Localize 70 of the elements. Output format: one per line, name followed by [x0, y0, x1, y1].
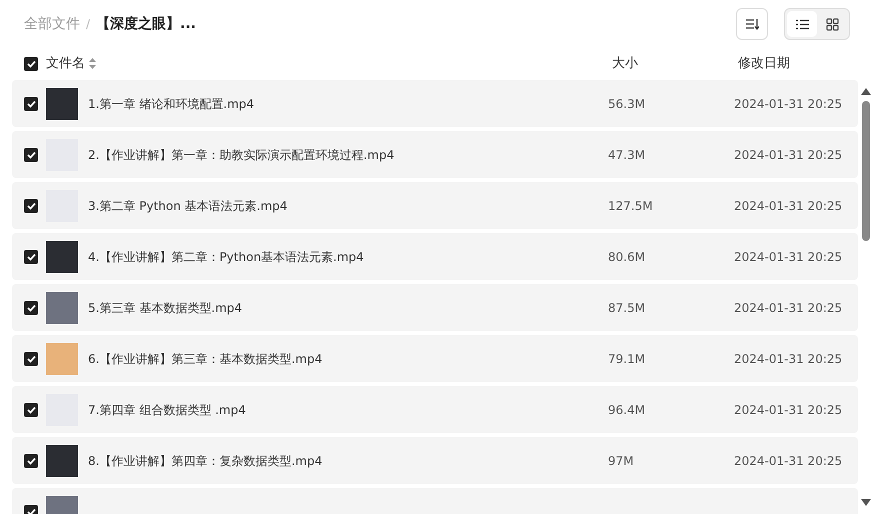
grid-icon: [826, 18, 838, 30]
checkbox[interactable]: [24, 148, 38, 162]
video-thumbnail: [46, 292, 78, 324]
list-icon: [796, 18, 808, 30]
sort-icon[interactable]: [89, 58, 96, 70]
check-icon: [26, 150, 36, 158]
check-icon: [26, 202, 36, 210]
file-size: 96.4M: [608, 402, 646, 418]
scroll-down-icon[interactable]: [861, 499, 871, 506]
file-name: 3.第二章 Python 基本语法元素.mp4: [88, 198, 288, 214]
file-name: 2.【作业讲解】第一章：助教实际演示配置环境过程.mp4: [88, 146, 396, 164]
checkbox[interactable]: [24, 352, 38, 366]
file-size: 56.3M: [608, 96, 646, 112]
check-icon: [26, 60, 36, 68]
modified-date: 2024-01-31 20:25: [734, 96, 842, 112]
file-size: 127.5M: [608, 198, 654, 214]
file-name: 8.【作业讲解】第四章：复杂数据类型.mp4: [88, 452, 324, 470]
check-icon: [26, 508, 36, 514]
sort-button[interactable]: [736, 8, 768, 40]
check-icon: [26, 304, 36, 312]
checkbox[interactable]: [24, 198, 38, 212]
file-row[interactable]: 5.第三章 基本数据类型.mp4 87.5M 2024-01-31 20:25: [12, 284, 858, 331]
check-icon: [26, 100, 36, 108]
file-name: 5.第三章 基本数据类型.mp4: [88, 300, 244, 316]
file-size: 87.5M: [608, 300, 646, 316]
file-row[interactable]: 2.【作业讲解】第一章：助教实际演示配置环境过程.mp4 47.3M 2024-01-31 20:25: [12, 131, 858, 178]
column-header: 大小: [612, 55, 639, 74]
file-size: 47.3M: [608, 146, 646, 164]
modified-date: 2024-01-31 20:25: [734, 300, 842, 316]
checkbox[interactable]: [24, 454, 38, 468]
modified-date: 2024-01-31 20:25: [734, 146, 842, 164]
file-row[interactable]: 6.【作业讲解】第三章：基本数据类型.mp4 79.1M 2024-01-31 20:25: [12, 335, 858, 382]
modified-date: 2024-01-31 20:25: [734, 198, 842, 214]
checkbox[interactable]: [24, 300, 38, 314]
video-thumbnail: [46, 342, 78, 374]
modified-date: 2024-01-31 20:25: [734, 452, 842, 470]
breadcrumb-current: 【深度之眼】...: [96, 14, 196, 34]
checkbox[interactable]: [24, 96, 38, 110]
breadcrumb-separator: /: [86, 16, 90, 33]
list-view-button[interactable]: [787, 11, 817, 37]
scroll-up-icon[interactable]: [861, 88, 871, 95]
scrollbar-thumb[interactable]: [862, 101, 870, 241]
file-name: 4.【作业讲解】第二章：Python基本语法元素.mp4: [88, 248, 365, 266]
check-icon: [26, 354, 36, 362]
file-row[interactable]: 4.【作业讲解】第二章：Python基本语法元素.mp4 80.6M 2024-01-31 20:25: [12, 233, 858, 280]
file-row[interactable]: 3.第二章 Python 基本语法元素.mp4 127.5M 2024-01-31 20:25: [12, 182, 858, 229]
column-header[interactable]: 文件名: [46, 54, 85, 74]
video-thumbnail: [46, 444, 78, 476]
modified-date: 2024-01-31 20:25: [734, 402, 842, 418]
column-header: 修改日期: [738, 55, 790, 74]
file-row[interactable]: 8.【作业讲解】第四章：复杂数据类型.mp4 97M 2024-01-31 20:25: [12, 437, 858, 484]
file-row[interactable]: 7.第四章 组合数据类型 .mp4 96.4M 2024-01-31 20:25: [12, 386, 858, 433]
checkbox[interactable]: [24, 402, 38, 416]
checkbox[interactable]: [24, 57, 38, 71]
file-size: 80.6M: [608, 248, 646, 266]
file-size: 79.1M: [608, 350, 646, 368]
video-thumbnail: [46, 240, 78, 272]
file-name: 6.【作业讲解】第三章：基本数据类型.mp4: [88, 350, 324, 368]
file-size: 97M: [608, 452, 635, 470]
check-icon: [26, 456, 36, 464]
file-name: 1.第一章 绪论和环境配置.mp4: [88, 96, 256, 112]
check-icon: [26, 252, 36, 260]
checkbox[interactable]: [24, 250, 38, 264]
file-name: 7.第四章 组合数据类型 .mp4: [88, 402, 247, 418]
video-thumbnail: [46, 88, 78, 120]
file-row[interactable]: 1.第一章 绪论和环境配置.mp4 56.3M 2024-01-31 20:25: [12, 80, 858, 127]
modified-date: 2024-01-31 20:25: [734, 248, 842, 266]
modified-date: 2024-01-31 20:25: [734, 350, 842, 368]
sort-icon: [745, 18, 759, 30]
check-icon: [26, 406, 36, 414]
